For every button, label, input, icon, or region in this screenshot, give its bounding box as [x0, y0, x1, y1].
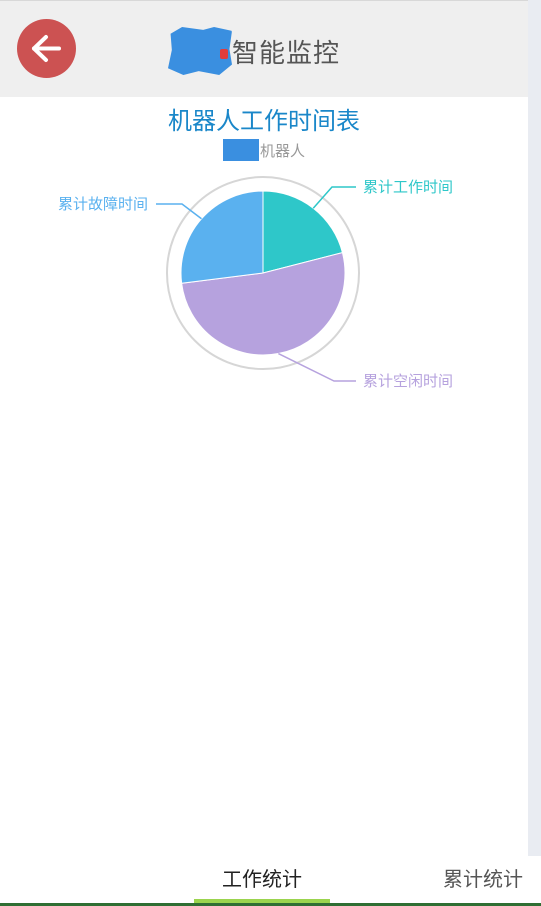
redacted-name: [222, 139, 259, 161]
back-button[interactable]: [17, 19, 76, 78]
header-title-group: 智能监控: [168, 27, 340, 75]
page-title: 智能监控: [232, 38, 341, 69]
chart-subtitle: 机器人: [259, 141, 305, 160]
pie-label-1: 累计空闲时间: [363, 372, 453, 390]
chart-subtitle-group: 机器人: [0, 138, 528, 162]
pie-label-0: 累计工作时间: [363, 178, 453, 196]
tab-cumulative-stats[interactable]: 累计统计: [428, 856, 538, 902]
pie-label-line-0: [312, 186, 356, 209]
pie-slice-2[interactable]: [180, 190, 264, 284]
bottom-tab-bar: 工作统计 累计统计: [0, 856, 541, 906]
redacted-logo: [168, 27, 232, 75]
redacted-mark: [220, 49, 228, 59]
arrow-left-icon: [32, 35, 61, 62]
pie-chart: 累计工作时间累计空闲时间 累计故障时间: [58, 176, 453, 390]
app-screen: 智能监控 机器人工作时间表 机器人 累计工作时间 累计空闲时间 累计故障时间 工作统…: [0, 0, 541, 906]
app-header: 智能监控: [0, 0, 528, 97]
pie-label-2: 累计故障时间: [58, 195, 148, 213]
scrollbar-track: [528, 0, 541, 906]
pie-label-line-1: [278, 352, 356, 382]
chart-title: 机器人工作时间表: [168, 107, 360, 135]
tab-work-stats[interactable]: 工作统计: [194, 856, 330, 902]
